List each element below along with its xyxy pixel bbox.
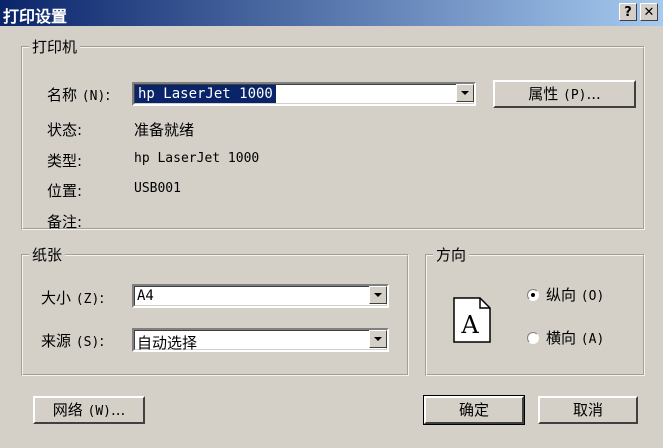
type-label: 类型: [47, 152, 83, 170]
printer-group-legend: 打印机 [32, 38, 78, 56]
printer-name-value: hp LaserJet 1000 [135, 85, 276, 103]
landscape-label[interactable]: 横向 (A) [546, 327, 604, 348]
landscape-radio[interactable] [527, 332, 539, 344]
close-button[interactable]: ✕ [640, 3, 658, 21]
portrait-label[interactable]: 纵向 (O) [546, 284, 604, 305]
paper-group-legend: 纸张 [32, 246, 63, 264]
status-value: 准备就绪 [134, 121, 195, 139]
orientation-group-legend: 方向 [436, 246, 467, 264]
help-button[interactable]: ? [619, 3, 637, 21]
paper-source-dropdown-button[interactable] [369, 330, 387, 348]
paper-size-label: 大小 (Z): [41, 289, 105, 307]
printer-name-dropdown-button[interactable] [456, 84, 474, 102]
printer-name-select[interactable]: hp LaserJet 1000 [132, 82, 476, 106]
paper-group: 纸张 [21, 244, 409, 376]
svg-text:A: A [460, 311, 479, 339]
status-label: 状态: [47, 121, 83, 139]
window-title: 打印设置 [3, 7, 68, 26]
printer-group: 打印机 [21, 36, 645, 230]
location-value: USB001 [134, 181, 181, 196]
location-label: 位置: [47, 182, 83, 200]
cancel-button[interactable]: 取消 [538, 396, 638, 424]
paper-source-value: 自动选择 [137, 334, 198, 352]
close-icon: ✕ [643, 5, 655, 20]
comment-label: 备注: [47, 213, 83, 231]
title-bar[interactable]: 打印设置 ? ✕ [0, 0, 663, 26]
paper-source-label: 来源 (S): [41, 332, 105, 350]
paper-size-dropdown-button[interactable] [369, 286, 387, 304]
portrait-page-icon: A [453, 297, 491, 343]
paper-source-select[interactable]: 自动选择 [132, 328, 389, 352]
properties-button[interactable]: 属性 (P)... [493, 80, 636, 108]
print-setup-dialog: 打印设置 ? ✕ 打印机 名称 (N): hp LaserJet 1000 属性… [0, 0, 663, 448]
portrait-radio[interactable] [527, 289, 539, 301]
ok-button[interactable]: 确定 [423, 395, 525, 425]
network-button[interactable]: 网络 (W)... [33, 396, 145, 424]
printer-name-label: 名称 (N): [47, 86, 111, 104]
paper-size-select[interactable]: A4 [132, 284, 389, 308]
type-value: hp LaserJet 1000 [134, 151, 260, 166]
paper-size-value: A4 [137, 288, 154, 304]
